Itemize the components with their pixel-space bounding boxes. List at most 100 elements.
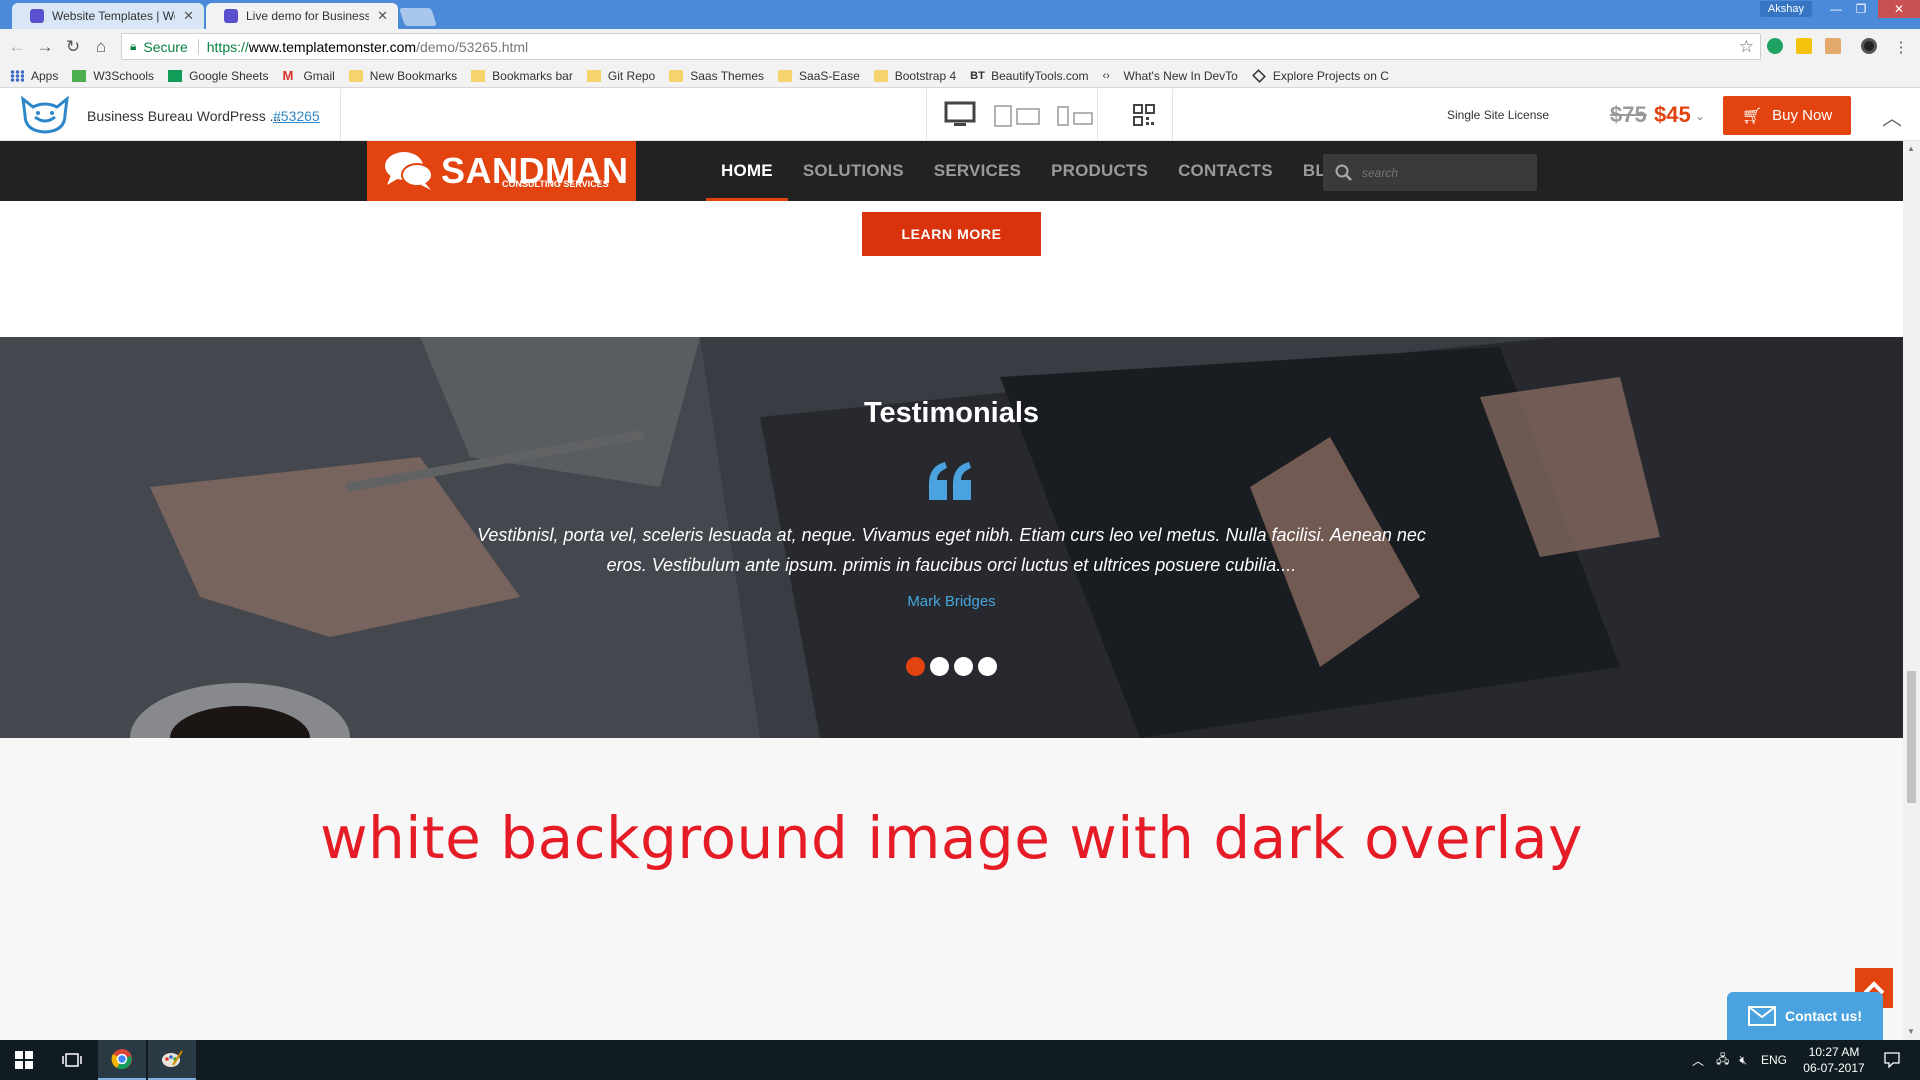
extension-green-icon[interactable] (1767, 38, 1783, 54)
bookmark-beautifytools[interactable]: BT BeautifyTools.com (970, 69, 1088, 83)
desktop-view-icon[interactable] (944, 101, 976, 129)
bookmark-apps[interactable]: Apps (10, 69, 58, 83)
bookmarks-bar: Apps W3Schools Google Sheets M Gmail New … (0, 64, 1920, 88)
folder-icon (873, 69, 888, 82)
testimonial-author[interactable]: Mark Bridges (0, 593, 1903, 610)
profile-name[interactable]: Akshay (1759, 1, 1812, 17)
bookmark-new-bookmarks[interactable]: New Bookmarks (348, 69, 457, 83)
search-input[interactable] (1362, 165, 1512, 180)
bookmark-bootstrap-4[interactable]: Bootstrap 4 (873, 69, 956, 83)
back-arrow-icon[interactable]: ← (6, 36, 28, 58)
extension-star-icon[interactable] (1796, 38, 1812, 54)
notifications-icon[interactable] (1872, 1040, 1912, 1080)
extension-dark-icon[interactable] (1861, 38, 1877, 54)
bookmark-google-sheets[interactable]: Google Sheets (168, 69, 268, 83)
clock-time: 10:27 AM (1808, 1045, 1860, 1059)
chrome-taskbar-icon[interactable] (98, 1040, 146, 1080)
gmail-icon: M (282, 67, 294, 83)
lower-section: white background image with dark overlay (0, 738, 1903, 1040)
forward-arrow-icon[interactable]: → (34, 36, 56, 58)
old-price: $75 (1610, 102, 1647, 127)
testimonials-section: Testimonials Vestibnisl, porta vel, scel… (0, 337, 1903, 738)
testimonial-quote: Vestibnisl, porta vel, sceleris lesuada … (477, 525, 1426, 575)
divider (1097, 89, 1098, 141)
language-indicator[interactable]: ENG (1761, 1053, 1787, 1067)
apps-grid-icon (10, 69, 24, 82)
browser-menu-icon[interactable]: ⋮ (1890, 36, 1912, 58)
tab-live-demo[interactable]: Live demo for Business B ✕ (206, 3, 398, 29)
lock-icon: 🔒︎ (130, 39, 137, 53)
system-clock[interactable]: 10:27 AM 06-07-2017 (1797, 1044, 1871, 1076)
url-input[interactable]: 🔒︎ Secure https://www.templatemonster.co… (121, 33, 1761, 60)
envelope-icon (1748, 1006, 1776, 1026)
buy-now-button[interactable]: 🛒︎ Buy Now (1723, 96, 1851, 135)
task-view-icon[interactable] (48, 1040, 96, 1080)
template-id-link[interactable]: #53265 (273, 108, 320, 124)
chevron-up-icon[interactable]: ︿ (1882, 102, 1902, 131)
tab-close-icon[interactable]: ✕ (377, 8, 388, 24)
folder-icon (586, 69, 601, 82)
page-scrollbar[interactable]: ▲ ▼ (1903, 141, 1920, 1040)
bookmark-devtools[interactable]: ‹› What's New In DevTo (1103, 69, 1238, 83)
license-selector[interactable]: Single Site License (1447, 108, 1549, 122)
menu-home[interactable]: HOME (706, 141, 788, 201)
menu-services[interactable]: SERVICES (919, 141, 1036, 201)
bookmark-saas-themes[interactable]: Saas Themes (669, 69, 764, 83)
learn-more-button[interactable]: LEARN MORE (862, 212, 1041, 256)
new-price: $45 (1654, 102, 1691, 127)
scrollbar-thumb[interactable] (1907, 671, 1916, 803)
qr-code-icon[interactable] (1133, 104, 1155, 126)
chevron-down-icon[interactable]: ⌄ (1695, 109, 1705, 123)
system-tray: ︿ 🖧︎ 🔇︎ ENG (1692, 1040, 1787, 1080)
bookmark-w3schools[interactable]: W3Schools (72, 69, 154, 83)
chevron-up-icon[interactable]: ︿ (1692, 1052, 1704, 1069)
menu-contacts[interactable]: CONTACTS (1163, 141, 1288, 201)
demo-page-viewport: SANDMAN CONSULTING SERVICES HOME SOLUTIO… (0, 141, 1903, 1040)
folder-icon (348, 69, 363, 82)
tab-close-icon[interactable]: ✕ (183, 8, 194, 24)
url-text: https://www.templatemonster.com/demo/532… (206, 38, 529, 55)
beautify-icon: BT (970, 69, 985, 82)
home-icon[interactable]: ⌂ (90, 36, 112, 58)
scroll-down-icon[interactable]: ▼ (1907, 1027, 1915, 1036)
slider-dot[interactable] (978, 657, 997, 676)
contact-us-button[interactable]: Contact us! (1727, 992, 1883, 1040)
slider-dot[interactable] (930, 657, 949, 676)
sheets-icon (168, 69, 183, 82)
tablet-view-icon[interactable] (994, 105, 1042, 127)
divider (340, 89, 341, 141)
reload-icon[interactable]: ↻ (62, 36, 84, 58)
folder-icon (778, 69, 793, 82)
new-tab-button[interactable] (399, 8, 437, 26)
tab-title: Website Templates | Web (52, 9, 176, 23)
chat-bubbles-icon (385, 152, 433, 190)
volume-muted-icon[interactable]: 🔇︎ (1739, 1053, 1747, 1068)
templatemonster-logo-icon[interactable] (19, 95, 71, 135)
devtools-icon: ‹› (1102, 69, 1110, 82)
windows-start-icon[interactable] (0, 1040, 48, 1080)
slider-pagination (906, 657, 1002, 676)
bookmark-codepen[interactable]: Explore Projects on C (1251, 69, 1389, 83)
bookmark-gmail[interactable]: M Gmail (282, 69, 334, 83)
scroll-up-icon[interactable]: ▲ (1907, 144, 1915, 153)
network-icon[interactable]: 🖧︎ (1716, 1050, 1729, 1071)
slider-dot[interactable] (954, 657, 973, 676)
menu-solutions[interactable]: SOLUTIONS (788, 141, 919, 201)
search-icon[interactable] (1335, 164, 1352, 181)
bookmark-saas-ease[interactable]: SaaS-Ease (778, 69, 860, 83)
site-header: SANDMAN CONSULTING SERVICES HOME SOLUTIO… (0, 141, 1903, 201)
folder-icon (669, 69, 684, 82)
mobile-view-icon[interactable] (1057, 106, 1095, 126)
bookmark-star-icon[interactable]: ☆ (1739, 37, 1754, 57)
slider-dot[interactable] (906, 657, 925, 676)
bookmark-bookmarks-bar[interactable]: Bookmarks bar (471, 69, 573, 83)
menu-products[interactable]: PRODUCTS (1036, 141, 1163, 201)
paint-taskbar-icon[interactable] (148, 1040, 196, 1080)
extension-flag-icon[interactable] (1825, 38, 1841, 54)
template-name: Business Bureau WordPress ... (87, 108, 282, 124)
tab-website-templates[interactable]: Website Templates | Web ✕ (12, 3, 204, 29)
bookmark-git-repo[interactable]: Git Repo (586, 69, 655, 83)
restore-icon[interactable]: ❐ (1846, 0, 1876, 18)
site-logo[interactable]: SANDMAN CONSULTING SERVICES (367, 141, 636, 201)
close-window-icon[interactable]: ✕ (1878, 0, 1920, 18)
